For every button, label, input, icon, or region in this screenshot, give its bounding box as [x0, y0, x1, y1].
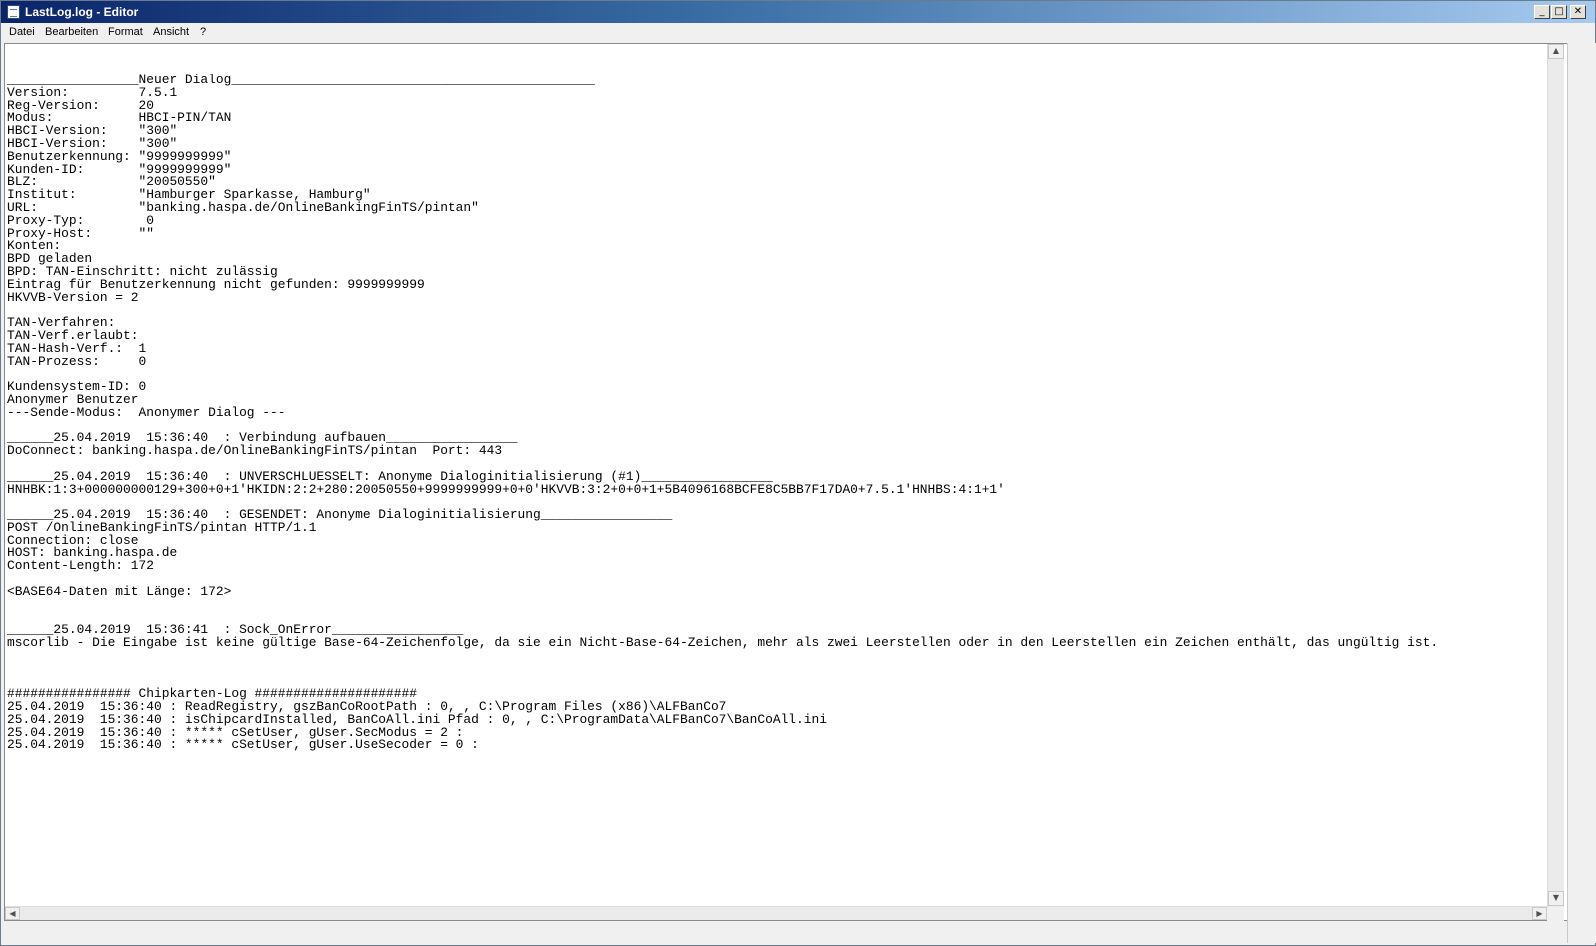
text-line: HKVVB-Version = 2 [7, 289, 139, 305]
notepad-icon[interactable] [7, 5, 20, 19]
text-line: DoConnect: banking.haspa.de/OnlineBankin… [7, 443, 503, 459]
size-grip[interactable] [1547, 907, 1564, 921]
window-edge [1567, 43, 1596, 943]
text-line: Content-Length: 172 [7, 558, 154, 574]
menu-datei[interactable]: Datei [9, 26, 35, 39]
editor-window: LastLog.log - Editor _ □ ✕ Datei Bearbei… [0, 0, 1596, 946]
document-text[interactable]: _________________Neuer Dialog___________… [7, 74, 1542, 752]
scroll-up-button[interactable]: ▲ [1548, 44, 1564, 59]
text-line: <BASE64-Daten mit Länge: 172> [7, 583, 232, 599]
vertical-scrollbar[interactable]: ▲ ▼ [1547, 44, 1564, 907]
scroll-left-button[interactable]: ◀ [5, 907, 20, 920]
text-editor[interactable]: _________________Neuer Dialog___________… [4, 43, 1568, 921]
text-line: mscorlib - Die Eingabe ist keine gültige… [7, 635, 1439, 651]
menu-ansicht[interactable]: Ansicht [153, 26, 189, 39]
text-line: ---Sende-Modus: Anonymer Dialog --- [7, 404, 286, 420]
scroll-down-button[interactable]: ▼ [1548, 891, 1564, 906]
title-bar[interactable]: LastLog.log - Editor _ □ ✕ [1, 1, 1595, 23]
maximize-button[interactable]: □ [1551, 5, 1567, 19]
menu-bearbeiten[interactable]: Bearbeiten [45, 26, 98, 39]
text-line: TAN-Prozess: 0 [7, 353, 147, 369]
minimize-button[interactable]: _ [1534, 5, 1550, 19]
close-button[interactable]: ✕ [1570, 5, 1586, 19]
horizontal-scrollbar[interactable]: ◀ ▶ [5, 906, 1547, 920]
text-line: HNHBK:1:3+000000000129+300+0+1'HKIDN:2:2… [7, 481, 1005, 497]
menu-format[interactable]: Format [108, 26, 143, 39]
window-title: LastLog.log - Editor [25, 5, 139, 19]
scroll-right-button[interactable]: ▶ [1532, 907, 1547, 920]
text-line: 25.04.2019 15:36:40 : ***** cSetUser, gU… [7, 737, 479, 753]
menu-help[interactable]: ? [200, 26, 206, 39]
menu-bar: Datei Bearbeiten Format Ansicht ? [1, 23, 1595, 42]
